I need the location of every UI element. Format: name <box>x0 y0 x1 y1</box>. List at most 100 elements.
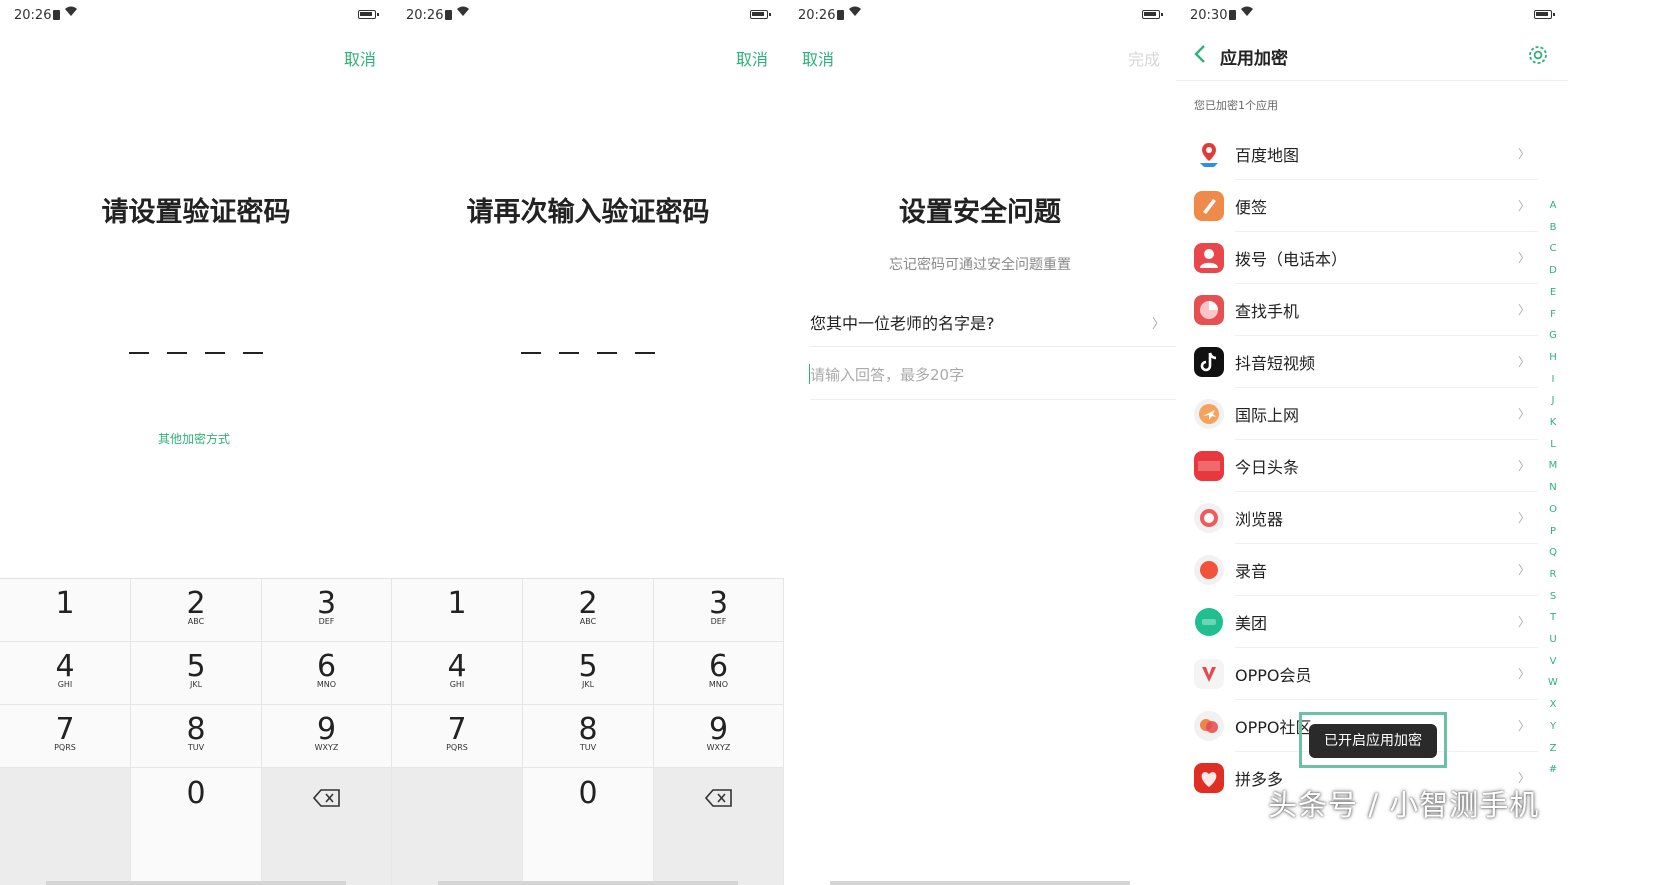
app-row-douyin[interactable]: 抖音短视频 〉 <box>1176 336 1546 388</box>
key-letters: MNO <box>708 680 729 689</box>
key-5[interactable]: 5 JKL <box>523 642 654 705</box>
sim-icon <box>53 10 60 20</box>
index-letter[interactable]: I <box>1546 369 1560 391</box>
key-6[interactable]: 6 MNO <box>654 642 784 705</box>
key-7[interactable]: 7 PQRS <box>0 705 131 768</box>
phone-contact-icon <box>1194 243 1224 273</box>
sim-icon <box>1229 10 1236 20</box>
key-blank <box>392 768 523 885</box>
index-letter[interactable]: V <box>1546 651 1560 673</box>
other-method-link[interactable]: 其他加密方式 <box>158 430 230 447</box>
key-digit: 5 <box>186 649 206 684</box>
backspace-button[interactable] <box>262 768 392 885</box>
index-letter[interactable]: U <box>1546 629 1560 651</box>
app-row-notes[interactable]: 便签 〉 <box>1176 180 1546 232</box>
key-4[interactable]: 4 GHI <box>0 642 131 705</box>
index-letter[interactable]: P <box>1546 521 1560 543</box>
app-row-dialer[interactable]: 拨号（电话本） 〉 <box>1176 232 1546 284</box>
index-letter[interactable]: J <box>1546 390 1560 412</box>
index-letter[interactable]: H <box>1546 347 1560 369</box>
key-9[interactable]: 9 WXYZ <box>654 705 784 768</box>
key-5[interactable]: 5 JKL <box>131 642 262 705</box>
index-letter[interactable]: E <box>1546 282 1560 304</box>
key-letters: ABC <box>579 617 597 626</box>
app-row-find-phone[interactable]: 查找手机 〉 <box>1176 284 1546 336</box>
app-row-baidu-map[interactable]: 百度地图 〉 <box>1176 128 1546 180</box>
app-name: OPPO会员 <box>1235 666 1312 685</box>
security-question-selector[interactable]: 您其中一位老师的名字是? <box>810 310 995 334</box>
status-time: 20:30 <box>1190 8 1228 23</box>
status-time: 20:26 <box>798 8 836 23</box>
chevron-right-icon: 〉 <box>1517 407 1530 421</box>
index-letter[interactable]: N <box>1546 477 1560 499</box>
key-7[interactable]: 7 PQRS <box>392 705 523 768</box>
key-3[interactable]: 3 DEF <box>262 579 392 642</box>
index-letter[interactable]: F <box>1546 304 1560 326</box>
index-letter[interactable]: M <box>1546 455 1560 477</box>
key-0[interactable]: 0 <box>131 768 262 885</box>
key-digit: 4 <box>55 649 75 684</box>
key-letters: PQRS <box>446 743 468 752</box>
index-letter[interactable]: Z <box>1546 738 1560 760</box>
app-row-browser[interactable]: 浏览器 〉 <box>1176 492 1546 544</box>
key-1[interactable]: 1 <box>392 579 523 642</box>
home-indicator <box>46 881 346 885</box>
index-letter[interactable]: D <box>1546 260 1560 282</box>
alphabet-index[interactable]: A B C D E F G H I J K L M N O P Q R S T … <box>1546 195 1560 781</box>
index-letter[interactable]: T <box>1546 607 1560 629</box>
chevron-right-icon: 〉 <box>1517 719 1530 733</box>
cancel-button[interactable]: 取消 <box>802 46 834 70</box>
key-digit: 7 <box>447 712 467 747</box>
key-digit: 4 <box>447 649 467 684</box>
key-digit: 0 <box>186 776 206 811</box>
index-letter[interactable]: C <box>1546 238 1560 260</box>
app-row-toutiao[interactable]: 今日头条 〉 <box>1176 440 1546 492</box>
key-2[interactable]: 2 ABC <box>131 579 262 642</box>
cancel-button[interactable]: 取消 <box>736 46 768 70</box>
index-letter[interactable]: W <box>1546 672 1560 694</box>
key-digit: 9 <box>708 712 729 747</box>
key-4[interactable]: 4 GHI <box>392 642 523 705</box>
index-letter[interactable]: S <box>1546 586 1560 608</box>
index-letter[interactable]: K <box>1546 412 1560 434</box>
pin-slot <box>597 352 617 354</box>
key-digit: 8 <box>186 712 206 747</box>
app-row-recorder[interactable]: 录音 〉 <box>1176 544 1546 596</box>
key-3[interactable]: 3 DEF <box>654 579 784 642</box>
margin <box>1568 0 1678 885</box>
key-letters: DEF <box>318 617 335 626</box>
key-1[interactable]: 1 <box>0 579 131 642</box>
app-row-meituan[interactable]: 美团 〉 <box>1176 596 1546 648</box>
key-0[interactable]: 0 <box>523 768 654 885</box>
index-letter[interactable]: Y <box>1546 716 1560 738</box>
index-letter[interactable]: # <box>1546 759 1560 781</box>
app-row-oppo-member[interactable]: OPPO会员 〉 <box>1176 648 1546 700</box>
done-button[interactable]: 完成 <box>1128 46 1160 70</box>
battery-icon <box>750 10 771 19</box>
index-letter[interactable]: R <box>1546 564 1560 586</box>
key-8[interactable]: 8 TUV <box>131 705 262 768</box>
index-letter[interactable]: O <box>1546 499 1560 521</box>
cancel-button[interactable]: 取消 <box>344 46 376 70</box>
index-letter[interactable]: Q <box>1546 542 1560 564</box>
index-letter[interactable]: L <box>1546 434 1560 456</box>
key-9[interactable]: 9 WXYZ <box>262 705 392 768</box>
index-letter[interactable]: X <box>1546 694 1560 716</box>
pin-indicator <box>392 352 784 354</box>
back-arrow-icon[interactable] <box>1190 43 1212 65</box>
index-letter[interactable]: B <box>1546 217 1560 239</box>
divider <box>810 399 1176 400</box>
app-row-intl-roaming[interactable]: 国际上网 〉 <box>1176 388 1546 440</box>
set-password-screen: 20:26 取消 请设置验证密码 其他加密方式 1 2 ABC 3 DEF 4 GHI… <box>0 0 392 885</box>
gear-icon[interactable] <box>1526 43 1550 67</box>
answer-input[interactable]: 请输入回答，最多20字 <box>810 364 964 385</box>
key-8[interactable]: 8 TUV <box>523 705 654 768</box>
key-digit: 3 <box>708 586 729 621</box>
key-digit: 6 <box>708 649 729 684</box>
backspace-button[interactable] <box>654 768 784 885</box>
battery-icon <box>1142 10 1163 19</box>
index-letter[interactable]: G <box>1546 325 1560 347</box>
index-letter[interactable]: A <box>1546 195 1560 217</box>
key-2[interactable]: 2 ABC <box>523 579 654 642</box>
key-6[interactable]: 6 MNO <box>262 642 392 705</box>
